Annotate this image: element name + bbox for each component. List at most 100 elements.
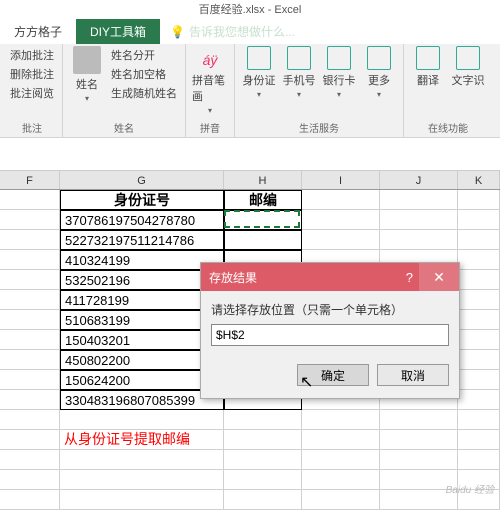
comment-actions: 添加批注 删除批注 批注阅览 — [8, 46, 56, 102]
cell[interactable] — [458, 410, 500, 430]
bank-button[interactable]: 银行卡▾ — [321, 46, 357, 99]
name-random-button[interactable]: 生成随机姓名 — [109, 84, 179, 102]
cell[interactable] — [458, 250, 500, 270]
cell[interactable] — [224, 230, 302, 250]
cell[interactable] — [0, 430, 60, 450]
cell[interactable] — [302, 230, 380, 250]
col-header-i[interactable]: I — [302, 171, 380, 189]
cell[interactable] — [380, 190, 458, 210]
cell-ref-input[interactable] — [211, 324, 449, 346]
col-header-h[interactable]: H — [224, 171, 302, 189]
tell-me-box[interactable]: 💡 告诉我您想做什么... — [160, 19, 305, 44]
help-icon[interactable]: ? — [400, 270, 419, 285]
cell[interactable] — [0, 270, 60, 290]
cell[interactable] — [0, 230, 60, 250]
cell[interactable] — [380, 230, 458, 250]
cell[interactable] — [60, 450, 224, 470]
cell[interactable] — [224, 210, 302, 230]
cell[interactable] — [380, 210, 458, 230]
cell[interactable] — [0, 410, 60, 430]
phone-button[interactable]: 手机号 ▾ — [281, 46, 317, 99]
name-split-button[interactable]: 姓名分开 — [109, 46, 179, 64]
cell[interactable] — [0, 250, 60, 270]
cell[interactable] — [380, 450, 458, 470]
cell[interactable] — [0, 290, 60, 310]
group-comments: 添加批注 删除批注 批注阅览 批注 — [2, 44, 63, 137]
close-icon[interactable]: ✕ — [419, 263, 459, 291]
cell[interactable] — [302, 210, 380, 230]
cell[interactable] — [224, 410, 302, 430]
cell[interactable] — [0, 330, 60, 350]
cell[interactable] — [458, 450, 500, 470]
ocr-button[interactable]: 文字识 — [450, 46, 486, 88]
more-button[interactable]: 更多▾ — [361, 46, 397, 99]
cell[interactable] — [60, 490, 224, 510]
more-icon — [367, 46, 391, 70]
cell[interactable] — [0, 310, 60, 330]
cell[interactable] — [224, 490, 302, 510]
dialog-titlebar[interactable]: 存放结果 ? ✕ — [201, 263, 459, 291]
tab-square[interactable]: 方方格子 — [0, 19, 76, 44]
group-online: 翻译 文字识 在线功能 — [404, 44, 492, 137]
cell[interactable] — [458, 330, 500, 350]
phone-label: 手机号 — [283, 72, 316, 88]
cell[interactable]: 邮编 — [224, 190, 302, 210]
cell[interactable] — [0, 190, 60, 210]
cell[interactable] — [380, 430, 458, 450]
cell[interactable] — [302, 430, 380, 450]
cell[interactable] — [302, 470, 380, 490]
cell[interactable] — [0, 370, 60, 390]
cancel-button[interactable]: 取消 — [377, 364, 449, 386]
cell[interactable]: 370786197504278780 — [60, 210, 224, 230]
cell[interactable] — [0, 470, 60, 490]
chevron-down-icon: ▾ — [85, 94, 89, 103]
col-header-j[interactable]: J — [380, 171, 458, 189]
cell[interactable] — [302, 450, 380, 470]
col-header-f[interactable]: F — [0, 171, 60, 189]
cell[interactable] — [302, 410, 380, 430]
cell[interactable] — [302, 490, 380, 510]
id-button[interactable]: 身份证▾ — [241, 46, 277, 99]
cell[interactable] — [0, 350, 60, 370]
tab-diy[interactable]: DIY工具箱 — [76, 19, 160, 44]
col-header-g[interactable]: G — [60, 171, 224, 189]
cell[interactable] — [0, 210, 60, 230]
ok-button[interactable]: 确定 — [297, 364, 369, 386]
cell[interactable] — [458, 310, 500, 330]
chevron-down-icon: ▾ — [297, 90, 301, 99]
name-space-button[interactable]: 姓名加空格 — [109, 65, 179, 83]
cell[interactable] — [60, 410, 224, 430]
add-comment-button[interactable]: 添加批注 — [8, 46, 56, 64]
pinyin-button[interactable]: áÿ 拼音笔画 ▾ — [192, 46, 228, 115]
cell[interactable] — [458, 210, 500, 230]
cell[interactable] — [0, 450, 60, 470]
cell[interactable] — [458, 370, 500, 390]
cell[interactable] — [224, 430, 302, 450]
cell[interactable] — [0, 490, 60, 510]
cell[interactable] — [458, 430, 500, 450]
cell[interactable]: 身份证号 — [60, 190, 224, 210]
col-header-k[interactable]: K — [458, 171, 500, 189]
more-label: 更多 — [368, 72, 390, 88]
cell[interactable] — [458, 230, 500, 250]
cell[interactable]: 从身份证号提取邮编 — [60, 430, 224, 450]
cell[interactable] — [60, 470, 224, 490]
cell[interactable] — [0, 390, 60, 410]
cell[interactable] — [224, 470, 302, 490]
cell[interactable]: 522732197511214786 — [60, 230, 224, 250]
group-names-label: 姓名 — [114, 120, 134, 135]
ocr-icon — [456, 46, 480, 70]
name-button[interactable]: 姓名 ▾ — [69, 46, 105, 103]
cell[interactable] — [224, 450, 302, 470]
group-pinyin-label: 拼音 — [200, 120, 220, 135]
cell[interactable] — [458, 350, 500, 370]
translate-button[interactable]: 翻译 — [410, 46, 446, 88]
cell[interactable] — [458, 190, 500, 210]
cell[interactable] — [458, 270, 500, 290]
read-comment-button[interactable]: 批注阅览 — [8, 84, 56, 102]
cell[interactable] — [302, 190, 380, 210]
cell[interactable] — [380, 410, 458, 430]
cell[interactable] — [458, 390, 500, 410]
cell[interactable] — [458, 290, 500, 310]
delete-comment-button[interactable]: 删除批注 — [8, 65, 56, 83]
